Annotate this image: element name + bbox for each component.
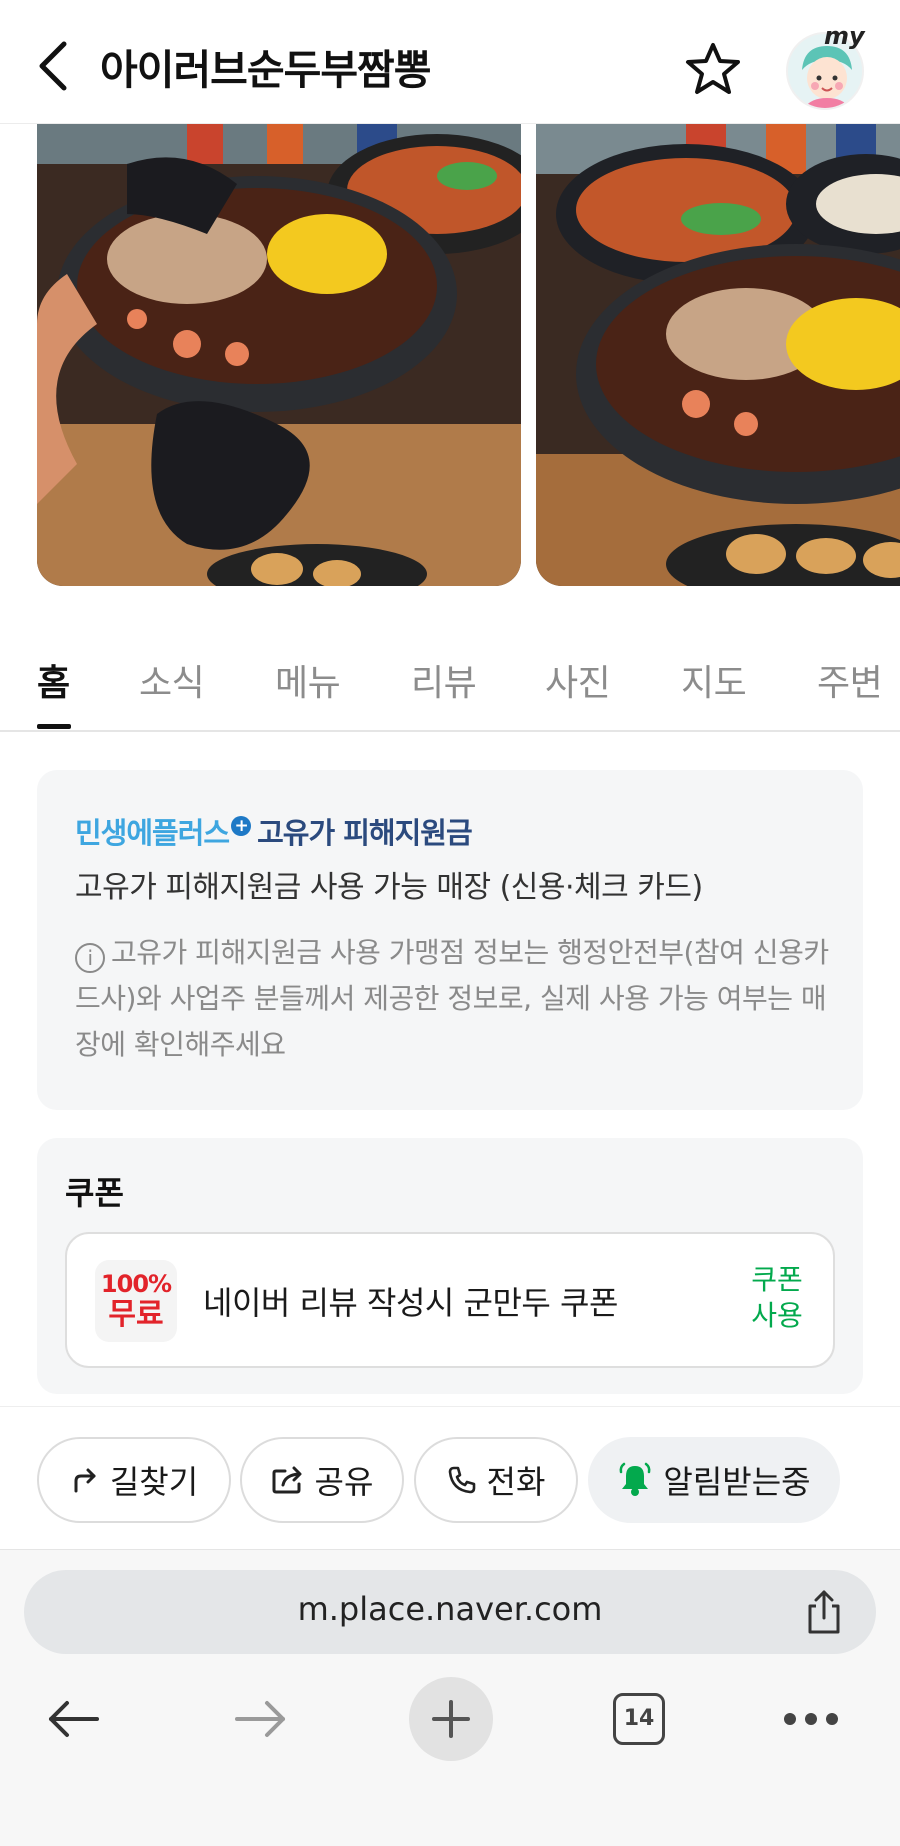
my-profile-button[interactable]: my — [780, 22, 880, 114]
tab-home[interactable]: 홈 — [37, 654, 70, 706]
favorite-button[interactable] — [680, 38, 746, 100]
jjamppong-photo-image-2 — [536, 124, 900, 586]
tab-photos[interactable]: 사진 — [545, 654, 611, 706]
plus-badge-icon: + — [231, 816, 252, 836]
support-fund-subtitle: 고유가 피해지원금 사용 가능 매장 (신용·체크 카드) — [75, 870, 703, 905]
directions-arrow-icon — [74, 1468, 96, 1493]
call-label: 전화 — [486, 1463, 546, 1501]
coupon-section-title: 쿠폰 — [65, 1174, 124, 1212]
action-bar: 길찾기 공유 전화 알림받는중 — [0, 1406, 900, 1550]
browser-back-button[interactable] — [28, 1674, 118, 1764]
tab-map[interactable]: 지도 — [681, 654, 747, 706]
use-coupon-label-1: 쿠폰 — [751, 1263, 803, 1296]
phone-icon — [448, 1466, 475, 1494]
use-coupon-label-2: 사용 — [751, 1299, 803, 1332]
browser-share-button[interactable] — [802, 1588, 846, 1636]
support-fund-note-text: 고유가 피해지원금 사용 가맹점 정보는 행정안전부(참여 신용카드사)와 사업… — [75, 936, 829, 1061]
browser-forward-button[interactable] — [216, 1674, 306, 1764]
plus-circle — [409, 1677, 493, 1761]
call-button[interactable]: 전화 — [414, 1437, 578, 1523]
coupon-item[interactable]: 100% 무료 네이버 리뷰 작성시 군만두 쿠폰 쿠폰 사용 — [65, 1232, 835, 1368]
free-coupon-logo: 100% 무료 — [95, 1260, 177, 1342]
use-coupon-button[interactable]: 쿠폰 사용 — [747, 1262, 807, 1334]
photo-strip[interactable] — [0, 124, 900, 586]
notification-label: 알림받는중 — [663, 1463, 811, 1501]
browser-toolbar: m.place.naver.com 14 — [0, 1550, 900, 1846]
share-button[interactable]: 공유 — [240, 1437, 404, 1523]
directions-label: 길찾기 — [109, 1463, 199, 1501]
back-button[interactable] — [28, 38, 78, 94]
info-icon: i — [75, 943, 105, 973]
tabs-button[interactable]: 14 — [594, 1674, 684, 1764]
tab-nearby[interactable]: 주변 — [817, 654, 883, 706]
brand-name: 민생에플러스 — [75, 816, 230, 850]
tab-menu[interactable]: 메뉴 — [275, 654, 341, 706]
share-label: 공유 — [314, 1463, 374, 1501]
bell-icon — [619, 1462, 651, 1496]
coupon-logo-free: 무료 — [108, 1297, 164, 1332]
top-header: 아이러브순두부짬뽕 my — [0, 0, 900, 124]
share-icon — [272, 1466, 302, 1494]
food-photo-2[interactable] — [536, 124, 900, 586]
active-tab-indicator — [37, 724, 71, 729]
arrow-right-icon — [235, 1701, 285, 1737]
coupon-description: 네이버 리뷰 작성시 군만두 쿠폰 — [203, 1284, 618, 1322]
my-label: my — [824, 22, 865, 50]
url-text: m.place.naver.com — [297, 1590, 603, 1628]
coupon-logo-percent: 100% — [100, 1270, 172, 1298]
tab-reviews[interactable]: 리뷰 — [411, 654, 477, 706]
arrow-left-icon — [49, 1701, 99, 1737]
support-fund-note: i 고유가 피해지원금 사용 가맹점 정보는 행정안전부(참여 신용카드사)와 사… — [75, 930, 835, 1068]
more-menu-button[interactable] — [766, 1674, 856, 1764]
more-dots-icon — [784, 1713, 838, 1725]
star-icon — [686, 43, 740, 94]
notification-button[interactable]: 알림받는중 — [588, 1437, 840, 1523]
directions-button[interactable]: 길찾기 — [37, 1437, 231, 1523]
coupon-section: 쿠폰 100% 무료 네이버 리뷰 작성시 군만두 쿠폰 쿠폰 사용 — [37, 1138, 863, 1394]
share-upload-icon — [808, 1590, 840, 1634]
plus-icon — [432, 1700, 470, 1738]
support-fund-brand: 민생에플러스 + 고유가 피해지원금 — [75, 810, 473, 852]
food-photo-1[interactable] — [37, 124, 521, 586]
section-tabs: 홈 소식 메뉴 리뷰 사진 지도 주변 — [0, 640, 900, 732]
page: 아이러브순두부짬뽕 my 홈 소식 메뉴 리뷰 사진 지도 주변 민생에플러스 … — [0, 0, 900, 1846]
page-title: 아이러브순두부짬뽕 — [100, 46, 431, 94]
chevron-left-icon — [39, 41, 67, 91]
tab-news[interactable]: 소식 — [139, 654, 205, 706]
jjamppong-photo-image — [37, 124, 521, 586]
new-tab-button[interactable] — [406, 1674, 496, 1764]
address-bar[interactable]: m.place.naver.com — [24, 1570, 876, 1654]
tab-count-badge: 14 — [613, 1693, 665, 1745]
brand-program: 고유가 피해지원금 — [257, 816, 473, 850]
support-fund-card: 민생에플러스 + 고유가 피해지원금 고유가 피해지원금 사용 가능 매장 (신용·… — [37, 770, 863, 1110]
